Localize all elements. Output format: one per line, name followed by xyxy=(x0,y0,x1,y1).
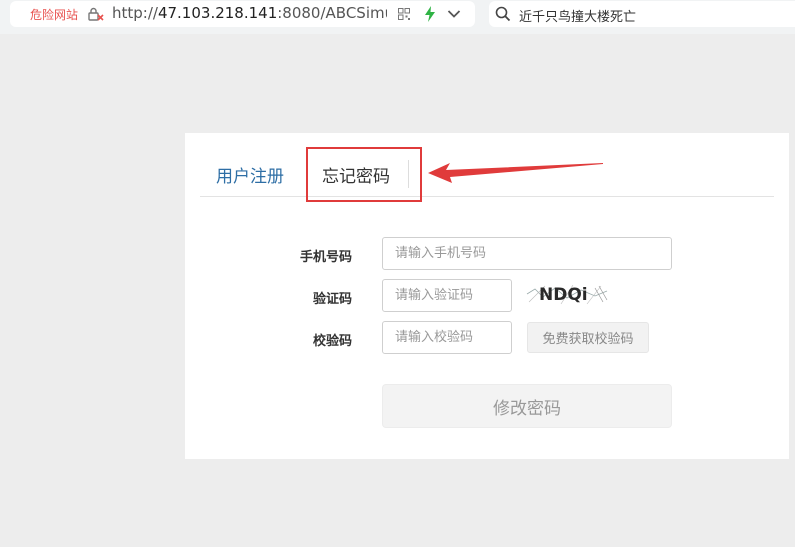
search-text[interactable]: 近千只鸟撞大楼死亡 xyxy=(519,6,636,25)
search-icon[interactable] xyxy=(495,6,511,22)
tab-register[interactable]: 用户注册 xyxy=(216,162,284,187)
url-prefix: http:// xyxy=(112,4,158,22)
code-label: 验证码 xyxy=(312,292,352,307)
tabs-divider xyxy=(200,196,774,197)
verify-label: 校验码 xyxy=(312,334,352,349)
annotation-arrow-icon xyxy=(428,163,603,183)
code-input[interactable] xyxy=(382,279,512,312)
qr-icon[interactable] xyxy=(398,8,410,20)
change-password-button[interactable]: 修改密码 xyxy=(382,384,672,428)
chevron-down-icon[interactable] xyxy=(447,9,461,19)
captcha-text: NDQi xyxy=(539,285,588,305)
get-verify-code-button[interactable]: 免费获取校验码 xyxy=(527,322,649,353)
verify-code-input[interactable] xyxy=(382,321,512,354)
url-rest: :8080/ABCSimulatec xyxy=(277,4,387,22)
phone-label: 手机号码 xyxy=(299,250,352,265)
annotation-highlight-box xyxy=(306,147,422,202)
lock-x-icon[interactable] xyxy=(88,7,104,21)
phone-input[interactable] xyxy=(382,237,672,270)
url-text[interactable]: http://47.103.218.141:8080/ABCSimulatec xyxy=(112,4,387,22)
danger-site-label[interactable]: 危险网站 xyxy=(30,6,78,23)
bolt-icon[interactable] xyxy=(423,6,437,22)
captcha-image[interactable]: NDQi xyxy=(525,280,609,308)
url-host: 47.103.218.141 xyxy=(157,4,278,22)
